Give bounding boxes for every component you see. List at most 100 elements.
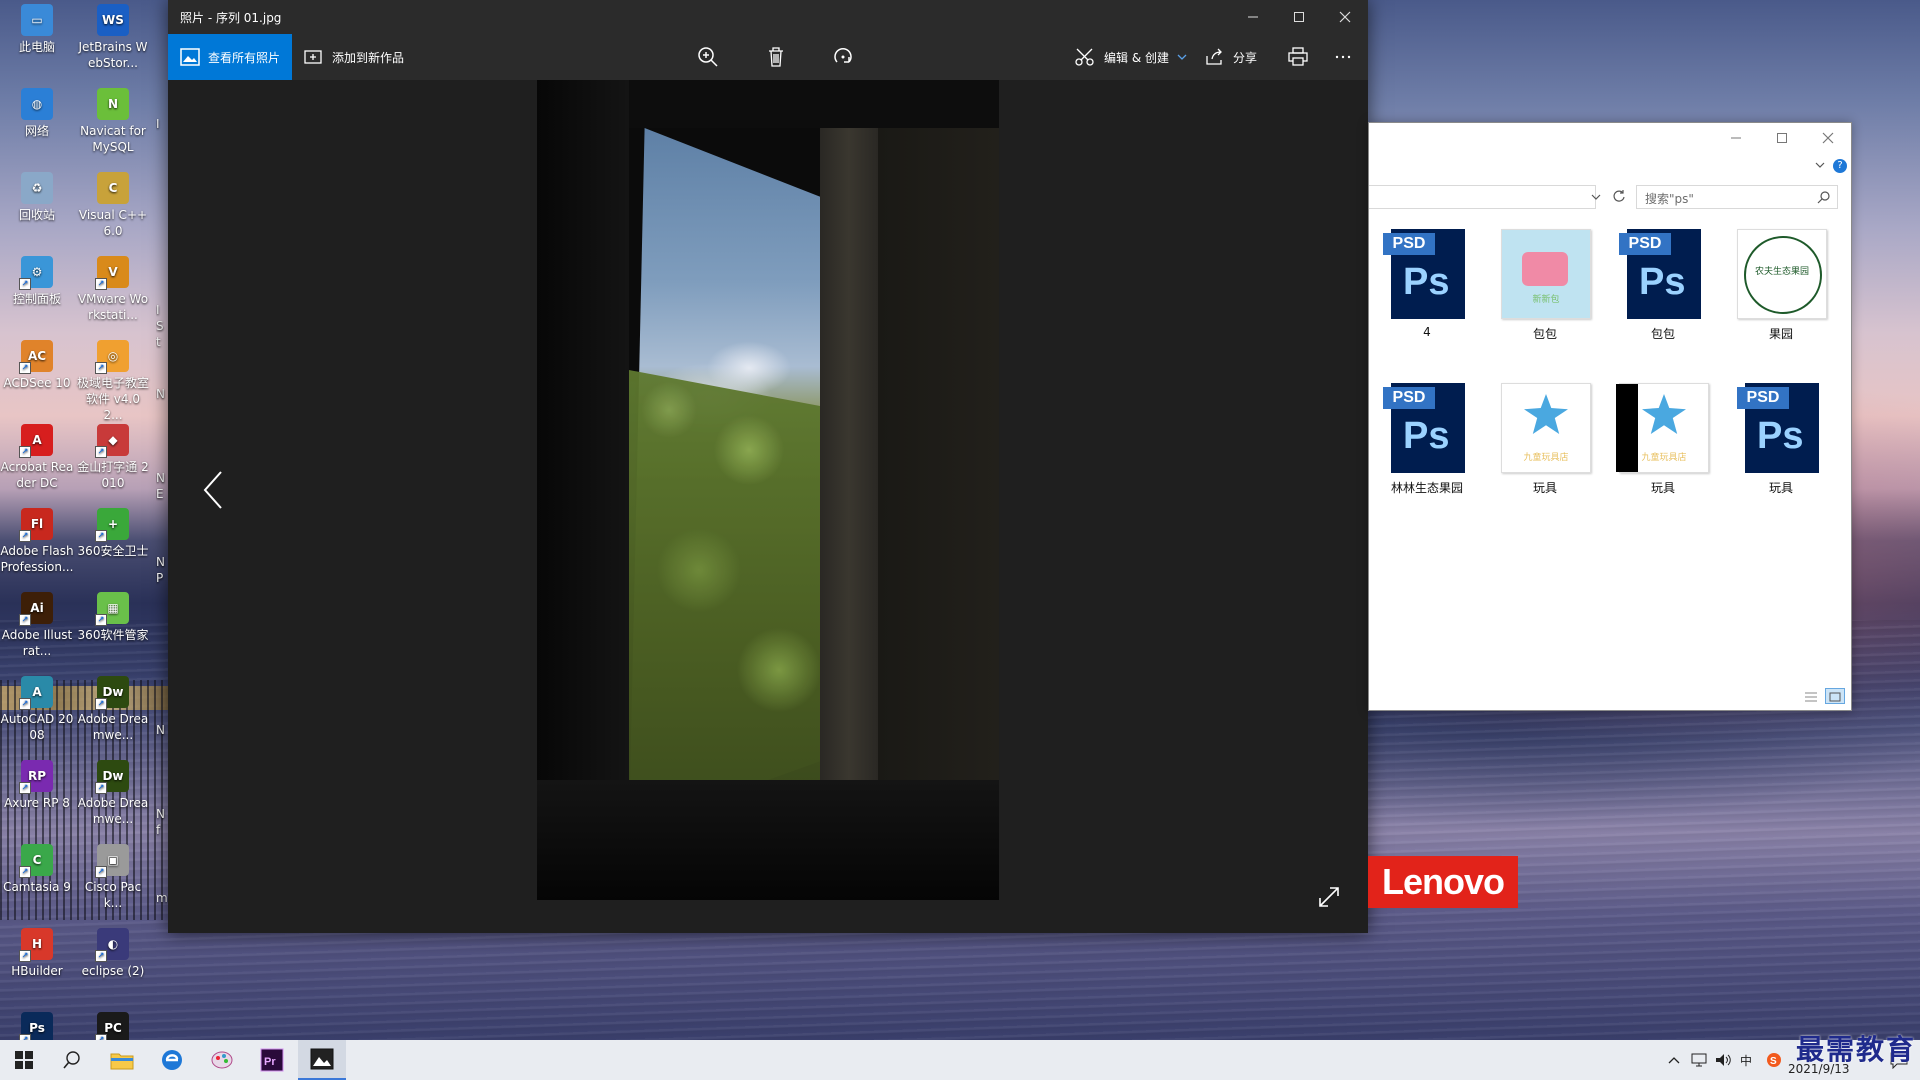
desktop-icon[interactable]: Fl ↗ Adobe Flash Profession...	[0, 508, 74, 575]
desktop-icon-label: Adobe Illustrat...	[1, 628, 73, 658]
start-button[interactable]	[0, 1040, 48, 1080]
see-all-photos-button[interactable]: 查看所有照片	[168, 34, 292, 80]
desktop-icon-label: JetBrains WebStor...	[78, 40, 148, 70]
edit-create-label: 编辑 & 创建	[1104, 50, 1169, 65]
taskbar-premiere[interactable]: Pr	[248, 1040, 296, 1080]
desktop-icon[interactable]: + ↗ 360安全卫士	[76, 508, 150, 559]
desktop-icon[interactable]: C ↗ Camtasia 9	[0, 844, 74, 895]
desktop-icon[interactable]: ▦ ↗ 360软件管家	[76, 592, 150, 643]
desktop-icon[interactable]: ▣ ↗ Cisco Pack...	[76, 844, 150, 911]
refresh-icon[interactable]	[1612, 189, 1626, 203]
desktop-icon[interactable]: A ↗ AutoCAD 2008	[0, 676, 74, 743]
desktop-icon[interactable]: H ↗ HBuilder	[0, 928, 74, 979]
desktop-icon-label: 360软件管家	[77, 628, 149, 642]
desktop-icon[interactable]: C Visual C++ 6.0	[76, 172, 150, 239]
desktop-icon[interactable]: ◆ ↗ 金山打字通 2010	[76, 424, 150, 491]
desktop-icon-label-partial[interactable]: I St	[156, 302, 168, 350]
file-item[interactable]: 新新包 包包	[1493, 229, 1597, 342]
desktop-icon-label-partial[interactable]: N E	[156, 470, 168, 502]
edit-create-button[interactable]: 编辑 & 创建	[1074, 34, 1187, 80]
explorer-title-bar[interactable]	[1369, 123, 1851, 153]
desktop-icon[interactable]: ◎ ↗ 极域电子教室软件 v4.0 2...	[76, 340, 150, 423]
desktop-icon-label-partial[interactable]: N P	[156, 554, 168, 586]
search-input[interactable]: 搜索"ps"	[1636, 185, 1838, 209]
desktop-icon[interactable]: ◐ ↗ eclipse (2)	[76, 928, 150, 979]
desktop-icon-label-partial[interactable]: N f	[156, 806, 168, 838]
desktop-icon-label: eclipse (2)	[81, 964, 145, 978]
desktop-icon[interactable]: ⚙ ↗ 控制面板	[0, 256, 74, 307]
desktop-icon[interactable]: ▭ 此电脑	[0, 4, 74, 55]
help-icon[interactable]: ?	[1833, 159, 1847, 173]
explorer-minimize-button[interactable]	[1713, 123, 1759, 153]
tray-sogou-input[interactable]: S	[1764, 1040, 1784, 1080]
shortcut-arrow-icon: ↗	[19, 614, 31, 626]
address-bar[interactable]	[1369, 185, 1601, 209]
file-item[interactable]: 九童玩具店 玩具	[1493, 383, 1597, 496]
file-explorer-window: ? 搜索"ps" PSD Ps 4 新新包 包包 PSD Ps 包包 农夫生态果园 果园 PSD Ps…	[1368, 122, 1852, 711]
desktop-icon[interactable]: N Navicat for MySQL	[76, 88, 150, 155]
desktop-icon[interactable]: RP ↗ Axure RP 8	[0, 760, 74, 811]
large-icons-view-button[interactable]	[1825, 688, 1845, 704]
desktop-icon[interactable]: WS JetBrains WebStor...	[76, 4, 150, 71]
desktop-icon[interactable]: AC ↗ ACDSee 10	[0, 340, 74, 391]
desktop-icon-label-partial[interactable]: N	[156, 386, 168, 402]
photos-title-bar[interactable]: 照片 - 序列 01.jpg	[168, 0, 1368, 34]
taskbar-paint-app[interactable]	[198, 1040, 246, 1080]
desktop-icon[interactable]: V ↗ VMware Workstati...	[76, 256, 150, 323]
image-thumbnail: 九童玩具店	[1616, 383, 1709, 475]
print-button[interactable]	[1283, 34, 1313, 80]
file-item[interactable]: PSD Ps 4	[1375, 229, 1479, 339]
taskbar-edge[interactable]	[148, 1040, 196, 1080]
ribbon-expand-icon[interactable]	[1815, 161, 1825, 169]
address-dropdown-icon[interactable]	[1591, 193, 1601, 201]
explorer-close-button[interactable]	[1805, 123, 1851, 153]
desktop-icon[interactable]: Dw ↗ Adobe Dreamwe...	[76, 676, 150, 743]
file-name: 包包	[1650, 327, 1675, 341]
file-item[interactable]: PSD Ps 林林生态果园	[1375, 383, 1479, 496]
file-item[interactable]: 九童玩具店 玩具	[1611, 383, 1715, 496]
desktop-icon[interactable]: ◍ 网络	[0, 88, 74, 139]
chevron-up-icon	[1668, 1057, 1680, 1064]
explorer-maximize-button[interactable]	[1759, 123, 1805, 153]
file-item[interactable]: 农夫生态果园 果园	[1729, 229, 1833, 342]
add-to-creation-button[interactable]: 添加到新作品	[304, 34, 404, 80]
tray-network[interactable]	[1688, 1040, 1710, 1080]
delete-button[interactable]	[756, 34, 796, 80]
folder-icon	[110, 1053, 134, 1070]
rotate-button[interactable]	[823, 34, 863, 80]
file-item[interactable]: PSD Ps 包包	[1611, 229, 1715, 342]
previous-photo-button[interactable]	[198, 465, 228, 515]
minimize-button[interactable]	[1230, 0, 1276, 34]
fullscreen-button[interactable]	[1316, 884, 1344, 912]
desktop-icon-label: 360安全卫士	[77, 544, 149, 558]
share-icon	[1206, 48, 1222, 65]
taskbar-photos[interactable]	[298, 1040, 346, 1080]
autocad-icon: A ↗	[19, 676, 53, 710]
desktop-icon-label-partial[interactable]: I	[156, 116, 168, 132]
control-panel-icon: ⚙ ↗	[19, 256, 53, 290]
desktop-icon[interactable]: Dw ↗ Adobe Dreamwe...	[76, 760, 150, 827]
desktop-icon-label-partial[interactable]: N	[156, 722, 168, 738]
zoom-button[interactable]	[688, 34, 728, 80]
tray-ime[interactable]: 中	[1736, 1040, 1756, 1080]
desktop-icon-label: AutoCAD 2008	[0, 712, 74, 742]
tray-overflow-button[interactable]	[1664, 1040, 1684, 1080]
share-button[interactable]: 分享	[1205, 34, 1257, 80]
search-icon	[1817, 191, 1830, 204]
tray-volume[interactable]	[1712, 1040, 1734, 1080]
shortcut-arrow-icon: ↗	[19, 698, 31, 710]
desktop-icon[interactable]: A ↗ Acrobat Reader DC	[0, 424, 74, 491]
close-button[interactable]	[1322, 0, 1368, 34]
displayed-photo[interactable]	[537, 80, 999, 900]
taskbar-file-explorer[interactable]	[98, 1040, 146, 1080]
maximize-button[interactable]	[1276, 0, 1322, 34]
desktop-icon[interactable]: Ai ↗ Adobe Illustrat...	[0, 592, 74, 659]
file-item[interactable]: PSD Ps 玩具	[1729, 383, 1833, 496]
details-view-icon[interactable]	[1803, 690, 1819, 704]
taskbar-search-button[interactable]	[48, 1040, 96, 1080]
desktop-icon-label-partial[interactable]: m	[156, 890, 168, 906]
image-thumbnail: 新新包	[1499, 229, 1591, 321]
more-options-button[interactable]	[1328, 34, 1358, 80]
desktop-icon[interactable]: ♻ 回收站	[0, 172, 74, 223]
large-icons-view-icon	[1829, 692, 1841, 702]
